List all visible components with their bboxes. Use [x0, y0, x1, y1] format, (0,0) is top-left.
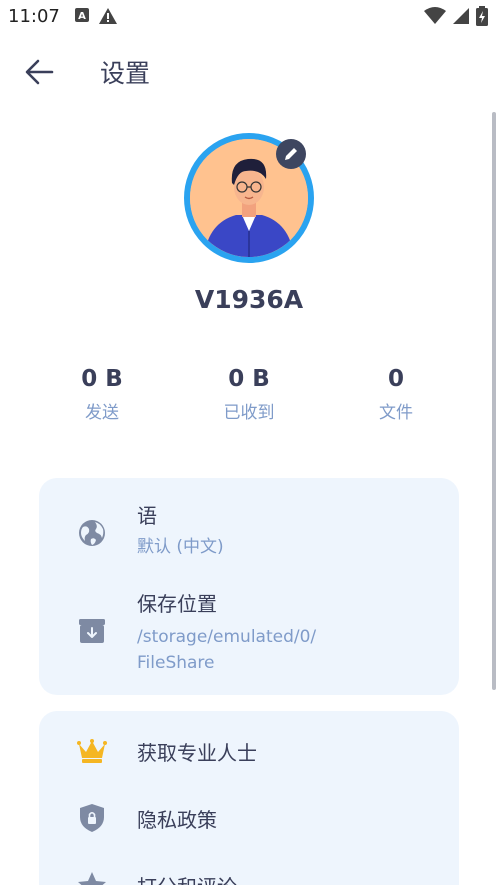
username: V1936A [194, 285, 304, 314]
back-button[interactable] [16, 52, 60, 92]
globe-icon [77, 518, 107, 548]
save-location-row[interactable]: 保存位置 /storage/emulated/0/ FileShare [39, 586, 459, 682]
svg-text:A: A [78, 11, 86, 22]
more-options-card: 获取专业人士 隐私政策 打分和评论 [39, 711, 459, 885]
language-title: 语 [137, 504, 157, 528]
arrow-left-icon [25, 59, 54, 85]
language-value: 默认 (中文) [137, 537, 224, 557]
stat-sent-value: 0 B [81, 366, 123, 392]
language-row[interactable]: 语 默认 (中文) [39, 498, 459, 582]
edit-avatar-button[interactable] [276, 139, 306, 169]
signal-icon [452, 7, 470, 29]
save-location-path-line1: /storage/emulated/0/ [137, 627, 317, 647]
settings-card: 语 默认 (中文) 保存位置 /storage/emulated/0/ File… [39, 478, 459, 695]
status-time: 11:07 [8, 6, 60, 27]
star-icon [77, 870, 107, 885]
app-bar: 设置 [0, 40, 498, 104]
battery-icon [476, 6, 488, 30]
status-notifications: A [74, 7, 118, 29]
stat-files-value: 0 [387, 366, 404, 392]
stat-received-label: 已收到 [223, 403, 275, 423]
privacy-policy-label: 隐私政策 [137, 808, 217, 832]
stat-sent: 0 B 发送 [32, 366, 172, 423]
stat-files-label: 文件 [379, 403, 413, 423]
download-box-icon [77, 616, 107, 646]
shield-lock-icon [77, 803, 107, 833]
stat-sent-label: 发送 [85, 403, 119, 423]
get-pro-label: 获取专业人士 [137, 741, 257, 765]
rate-review-label: 打分和评论 [137, 871, 237, 885]
privacy-policy-row[interactable]: 隐私政策 [39, 796, 459, 840]
stat-files: 0 文件 [326, 366, 466, 423]
rate-review-row[interactable]: 打分和评论 [39, 863, 459, 885]
page-title: 设置 [100, 59, 151, 88]
keyboard-notification-icon: A [74, 7, 90, 29]
save-location-path-line2: FileShare [137, 653, 215, 673]
wifi-icon [424, 7, 446, 29]
get-pro-row[interactable]: 获取专业人士 [39, 729, 459, 773]
status-system-icons [424, 6, 488, 30]
crown-icon [77, 736, 107, 766]
scrollbar[interactable] [492, 112, 496, 690]
save-location-title: 保存位置 [137, 592, 217, 616]
status-bar: 11:07 A [0, 0, 498, 34]
profile-avatar-section [184, 133, 314, 263]
stat-received-value: 0 B [228, 366, 270, 392]
warning-icon [98, 7, 118, 29]
stat-received: 0 B 已收到 [179, 366, 319, 423]
pencil-icon [285, 148, 297, 160]
